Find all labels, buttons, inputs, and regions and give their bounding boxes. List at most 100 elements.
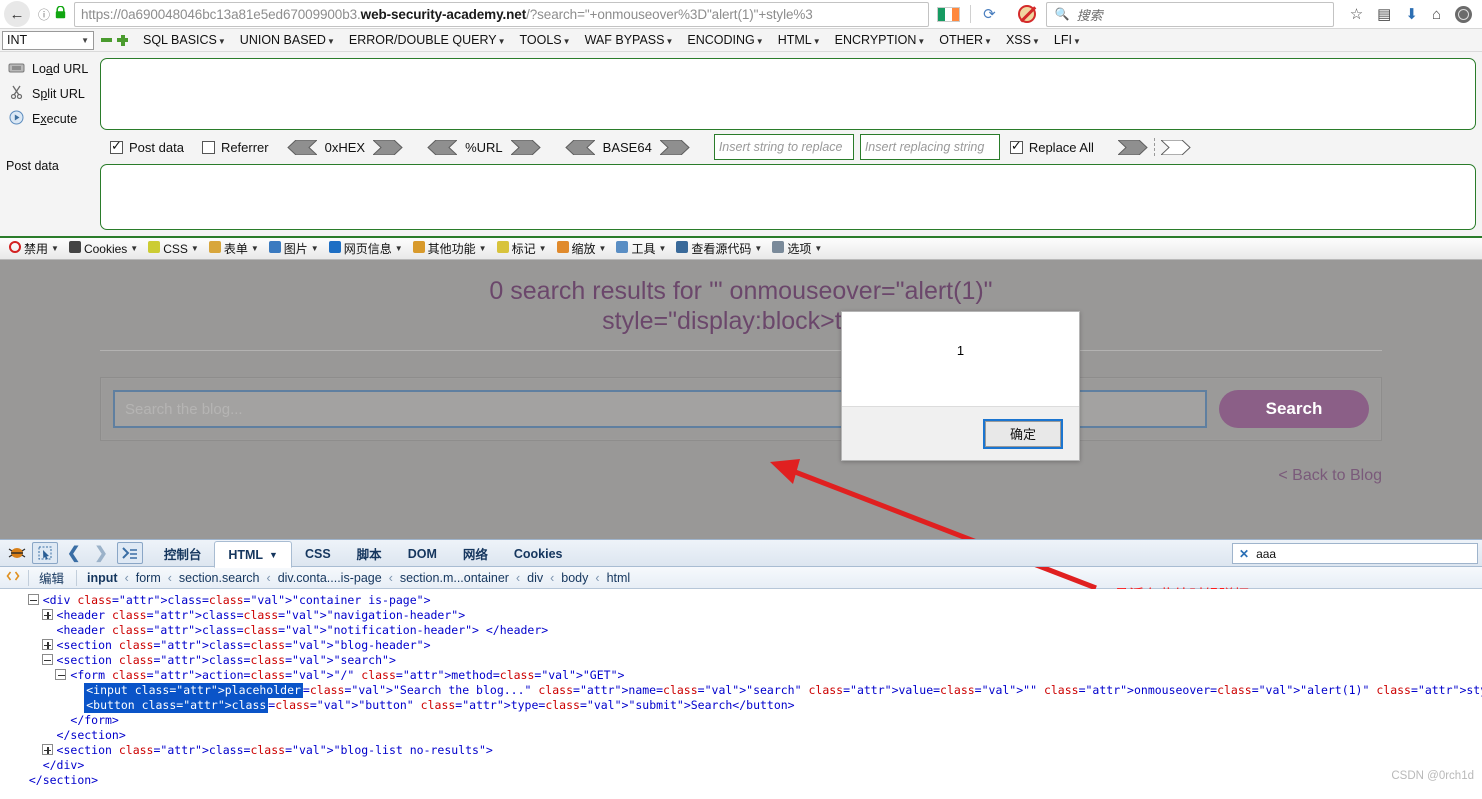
blog-search-button[interactable]: Search [1219,390,1369,428]
webdev-info-circle[interactable]: 网页信息 ▼ [324,240,408,257]
html-source-line[interactable]: <header class="attr">class=class="val">"… [0,623,1482,638]
html-source-line[interactable]: </div> [0,758,1482,773]
html-source-line[interactable]: <div class="attr">class=class="val">"con… [0,593,1482,608]
referrer-checkbox[interactable]: Referrer [201,140,269,155]
decode-left-icon[interactable] [564,139,595,155]
selected-node[interactable]: <input class="attr">placeholder [84,683,303,698]
replace-apply-icon[interactable] [1117,139,1148,155]
webdev-view-source[interactable]: 查看源代码 ▼ [671,240,767,257]
webdev-tools[interactable]: 工具 ▼ [611,240,671,257]
hackbar-type-select[interactable]: INT ▼ [2,30,94,50]
replace-from-input[interactable]: Insert string to replace [713,134,854,160]
back-to-blog-link[interactable]: < Back to Blog [0,467,1382,485]
collapse-icon[interactable] [27,594,39,605]
alert-ok-button[interactable]: 确定 [983,418,1063,449]
breadcrumb-item[interactable]: html [607,571,631,585]
breadcrumb-item[interactable]: input [87,571,118,585]
collapse-icon[interactable] [55,669,67,680]
firebug-tab-HTML[interactable]: HTML ▼ [214,541,292,568]
hackbar-menu-xss[interactable]: XSS▼ [999,33,1047,47]
firebug-html-panel[interactable]: <div class="attr">class=class="val">"con… [0,589,1482,785]
html-source-line[interactable]: <header class="attr">class=class="val">"… [0,608,1482,623]
hackbar-menu-other[interactable]: OTHER▼ [932,33,999,47]
webdev-images[interactable]: 图片 ▼ [264,240,324,257]
hackbar-menu-encryption[interactable]: ENCRYPTION▼ [828,33,933,47]
post-data-textarea[interactable] [100,164,1476,230]
hackbar-menu-union-based[interactable]: UNION BASED▼ [233,33,342,47]
hackbar-menu-sql-basics[interactable]: SQL BASICS▼ [136,33,233,47]
firebug-tab-DOM[interactable]: DOM [395,540,450,567]
account-globe-icon[interactable] [1455,5,1472,23]
breadcrumb-item[interactable]: section.m...ontainer [400,571,509,585]
html-source-line[interactable]: <section class="attr">class=class="val">… [0,653,1482,668]
html-source-line[interactable]: <button class="attr">class =class="val">"… [0,698,1482,713]
webdev-disable[interactable]: 禁用 ▼ [4,240,64,257]
encode-right-icon[interactable] [510,139,541,155]
breadcrumb-item[interactable]: div [527,571,543,585]
firebug-tab-Cookies[interactable]: Cookies [501,540,576,567]
replace-all-checkbox[interactable]: Replace All [1009,138,1094,155]
expand-icon[interactable] [41,639,53,650]
post-data-checkbox[interactable]: Post data [110,138,184,155]
html-source-line[interactable]: </section> [0,728,1482,743]
selected-node[interactable]: <button class="attr">class [84,698,269,713]
firebug-tab-脚本[interactable]: 脚本 [344,540,395,567]
plus-icon[interactable] [117,34,128,46]
firebug-console-toggle-icon[interactable] [116,542,143,564]
breadcrumb-item[interactable]: div.conta....is-page [278,571,382,585]
html-source-line[interactable]: </section> [0,773,1482,785]
load-url-action[interactable]: Load URL [0,56,100,81]
encode-right-icon[interactable] [659,139,690,155]
decode-left-icon[interactable] [286,139,317,155]
decode-left-icon[interactable] [427,139,458,155]
download-icon[interactable]: ⬇ [1405,5,1418,23]
html-source-line[interactable]: </form> [0,713,1482,728]
replace-revert-icon[interactable] [1160,139,1191,155]
back-button[interactable]: ← [4,1,30,27]
webdev-css-pencil[interactable]: CSS ▼ [143,241,204,256]
url-input[interactable]: https://0a690048046bc13a81e5ed67009900b3… [74,1,930,27]
firebug-tab-CSS[interactable]: CSS [292,540,344,567]
hackbar-menu-error-double-query[interactable]: ERROR/DOUBLE QUERY▼ [342,33,513,47]
bookmark-star-icon[interactable]: ☆ [1350,5,1363,23]
reload-icon[interactable]: ⟳ [975,5,1004,23]
firebug-search-box[interactable]: ✕ aaa [1232,543,1478,564]
hackbar-menu-waf-bypass[interactable]: WAF BYPASS▼ [578,33,681,47]
webdev-misc[interactable]: 其他功能 ▼ [408,240,492,257]
browser-search-box[interactable]: 🔍 搜索 [1045,1,1334,27]
firebug-edit-button[interactable]: 编辑 [39,568,64,587]
noscript-icon[interactable] [1017,5,1036,23]
html-source-line[interactable]: <section class="attr">class=class="val">… [0,638,1482,653]
hackbar-menu-tools[interactable]: TOOLS▼ [513,33,578,47]
webdev-options[interactable]: 选项 ▼ [767,240,827,257]
webdev-forms[interactable]: 表单 ▼ [204,240,264,257]
split-url-action[interactable]: Split URL [0,81,100,106]
breadcrumb-item[interactable]: body [561,571,588,585]
encode-right-icon[interactable] [373,139,403,155]
url-textarea[interactable] [100,58,1476,130]
breadcrumb-item[interactable]: form [136,571,161,585]
minus-icon[interactable] [101,38,112,42]
page-info-icon[interactable]: ⓘ [36,6,52,23]
html-source-line[interactable]: <input class="attr">placeholder =class="v… [0,683,1482,698]
webdev-cookies[interactable]: Cookies ▼ [64,241,143,256]
home-icon[interactable]: ⌂ [1432,6,1441,23]
expand-icon[interactable] [41,609,53,620]
hackbar-menu-lfi[interactable]: LFI▼ [1047,33,1088,47]
inspect-element-icon[interactable] [32,542,58,564]
webdev-outline-pencil[interactable]: 标记 ▼ [492,240,552,257]
library-icon[interactable]: ▤ [1377,5,1391,23]
execute-action[interactable]: Execute [0,106,100,131]
firebug-tab-控制台[interactable]: 控制台 [151,540,215,567]
expand-icon[interactable] [41,744,53,755]
hackbar-menu-html[interactable]: HTML▼ [771,33,828,47]
collapse-icon[interactable] [41,654,53,665]
html-source-line[interactable]: <form class="attr">action=class="val">"/… [0,668,1482,683]
firebug-back-icon[interactable]: ❮ [60,543,87,563]
webdev-resize[interactable]: 缩放 ▼ [552,240,612,257]
hackbar-menu-encoding[interactable]: ENCODING▼ [680,33,770,47]
firebug-tab-网络[interactable]: 网络 [450,540,501,567]
close-icon[interactable]: ✕ [1239,547,1249,561]
firebug-forward-icon[interactable]: ❯ [87,543,114,563]
breadcrumb-item[interactable]: section.search [179,571,260,585]
